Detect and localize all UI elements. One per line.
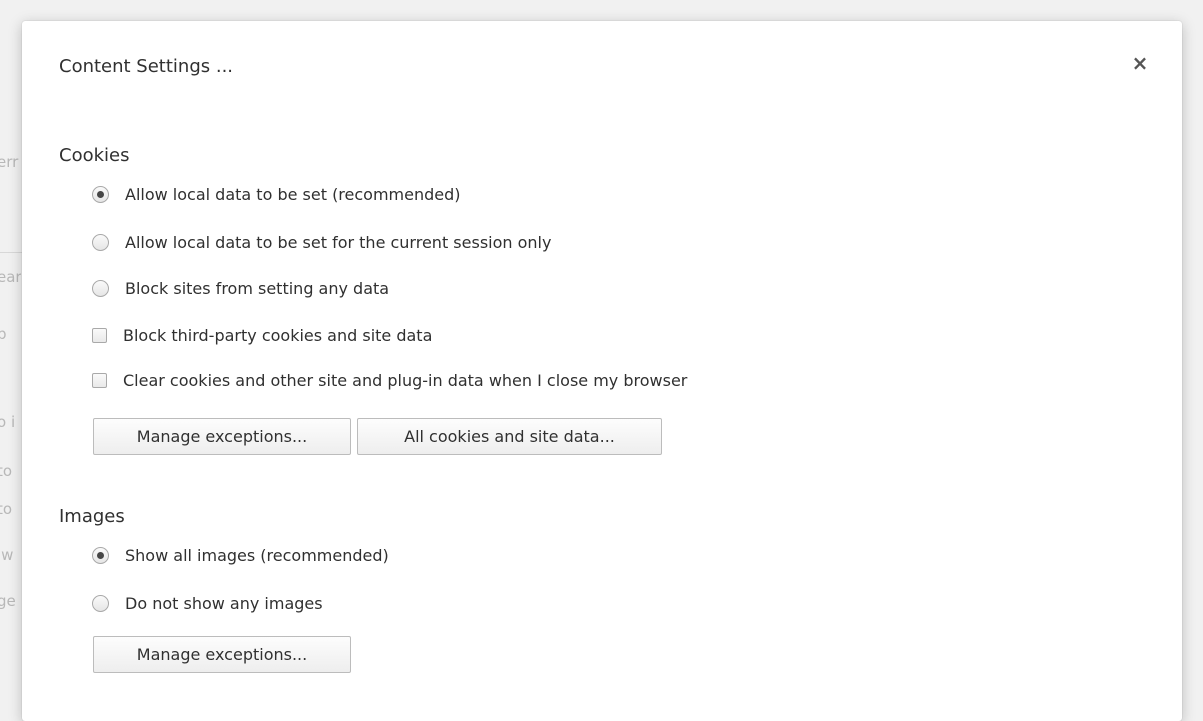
all-cookies-and-site-data-button[interactable]: All cookies and site data... xyxy=(357,418,662,455)
images-section-title: Images xyxy=(59,506,125,527)
background-text-fragment: to xyxy=(0,462,13,480)
radio-selected-icon[interactable] xyxy=(92,546,109,564)
cookies-radio-block[interactable]: Block sites from setting any data xyxy=(92,276,389,300)
option-label: Block sites from setting any data xyxy=(125,278,390,298)
cookies-checkbox-block-third-party[interactable]: Block third-party cookies and site data xyxy=(92,323,432,347)
images-radio-show-all[interactable]: Show all images (recommended) xyxy=(92,543,389,567)
cookies-section-title: Cookies xyxy=(59,145,130,166)
option-label: Clear cookies and other site and plug-in… xyxy=(123,370,688,390)
radio-dot-icon xyxy=(97,190,104,198)
images-radio-hide-all[interactable]: Do not show any images xyxy=(92,591,323,615)
background-text-fragment: lw xyxy=(0,546,14,564)
option-label: Allow local data to be set for the curre… xyxy=(125,232,552,252)
cookies-radio-session-only[interactable]: Allow local data to be set for the curre… xyxy=(92,230,551,254)
radio-selected-icon[interactable] xyxy=(92,185,109,203)
cookies-radio-allow[interactable]: Allow local data to be set (recommended) xyxy=(92,182,461,206)
background-divider xyxy=(0,252,22,253)
cookies-checkbox-clear-on-close[interactable]: Clear cookies and other site and plug-in… xyxy=(92,368,687,392)
background-text-fragment: to xyxy=(0,500,13,518)
cookies-manage-exceptions-button[interactable]: Manage exceptions... xyxy=(93,418,351,455)
background-text-fragment: b xyxy=(0,325,7,343)
option-label: Block third-party cookies and site data xyxy=(123,325,433,345)
background-text-fragment: ge xyxy=(0,592,16,610)
radio-unselected-icon[interactable] xyxy=(92,233,109,251)
checkbox-icon[interactable] xyxy=(92,327,107,343)
background-text-fragment: err xyxy=(0,153,19,171)
background-text-fragment: ear xyxy=(0,268,21,286)
checkbox-icon[interactable] xyxy=(92,372,107,388)
background-text-fragment: o i xyxy=(0,413,16,431)
radio-dot-icon xyxy=(97,551,104,559)
images-manage-exceptions-button[interactable]: Manage exceptions... xyxy=(93,636,351,673)
dialog-title: Content Settings ... xyxy=(59,56,234,77)
close-icon[interactable]: × xyxy=(1128,51,1152,75)
option-label: Show all images (recommended) xyxy=(125,545,389,565)
content-settings-dialog: Content Settings ... × Cookies Allow loc… xyxy=(22,21,1182,721)
option-label: Do not show any images xyxy=(125,593,323,613)
option-label: Allow local data to be set (recommended) xyxy=(125,184,461,204)
radio-unselected-icon[interactable] xyxy=(92,279,109,297)
radio-unselected-icon[interactable] xyxy=(92,594,109,612)
